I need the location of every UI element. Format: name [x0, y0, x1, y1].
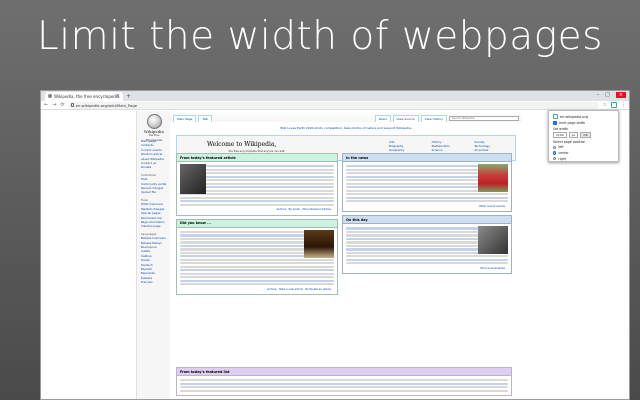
sidebar-item-cite[interactable]: Cite this page: [141, 224, 170, 228]
width-unit: px: [568, 131, 579, 138]
tab-talk[interactable]: Talk: [198, 115, 213, 122]
featured-article-heading: From today's featured article: [177, 154, 337, 162]
featured-article-body: Archive · By email · More featured artic…: [177, 162, 337, 215]
width-controls: 1100 px OK: [553, 131, 614, 138]
sidebar-item-upload-file[interactable]: Upload file: [141, 190, 170, 194]
maximize-button[interactable]: □: [605, 92, 610, 98]
radio-icon[interactable]: [553, 145, 557, 150]
limit-width-label: Limit page width: [558, 121, 586, 125]
window-controls: – □ ×: [597, 92, 626, 98]
align-right-label: right: [558, 156, 566, 161]
featured-list-body: [177, 376, 511, 395]
bookmark-star-icon[interactable]: ☆: [603, 102, 607, 108]
radio-selected-icon[interactable]: [553, 151, 557, 155]
sidebar-lang[interactable]: Français: [141, 280, 170, 284]
tab-view-source[interactable]: View source: [392, 115, 419, 122]
align-center-option[interactable]: center: [553, 151, 614, 155]
on-this-day-more[interactable]: More anniversaries: [346, 266, 508, 272]
browser-toolbar: ← → ⟳ en.wikipedia.org/wiki/Main_Page ☆ …: [41, 101, 629, 110]
portal-links: Arts Biography Geography History Mathema…: [389, 140, 509, 152]
browser-menu-icon[interactable]: ⋮: [621, 102, 626, 108]
on-this-day-image[interactable]: [478, 226, 508, 255]
featured-article-box: From today's featured article Archive · …: [176, 153, 338, 216]
popup-header: en.wikipedia.org: [553, 114, 614, 119]
featured-article-image[interactable]: [180, 164, 206, 194]
lock-icon: [70, 103, 74, 107]
wiki-content: Main Page Talk Read View source View his…: [170, 111, 522, 399]
in-the-news-image[interactable]: [478, 164, 508, 192]
featured-list-box: From today's featured list: [176, 367, 512, 397]
radio-icon[interactable]: [553, 156, 557, 161]
featured-article-more[interactable]: Archive · By email · More featured artic…: [180, 207, 334, 213]
did-you-know-more[interactable]: Archive · Start a new article · Nominate…: [180, 287, 334, 293]
forward-icon[interactable]: →: [52, 102, 56, 108]
extension-popup: en.wikipedia.org Limit page width Set wi…: [548, 110, 619, 162]
new-tab-button[interactable]: +: [126, 92, 131, 101]
close-window-button[interactable]: ×: [615, 92, 626, 98]
on-this-day-heading: On this day: [343, 216, 511, 225]
welcome-title: Welcome to Wikipedia,: [207, 141, 277, 148]
featured-list-heading: From today's featured list: [177, 368, 511, 376]
did-you-know-heading: Did you know ...: [177, 219, 337, 228]
align-center-label: center: [558, 150, 569, 155]
limit-width-toggle[interactable]: Limit page width: [553, 121, 614, 125]
extension-icon[interactable]: [611, 102, 617, 108]
portal-link[interactable]: Geography: [389, 148, 424, 152]
did-you-know-box: Did you know ... Archive · Start a new a…: [176, 218, 338, 296]
apply-width-button[interactable]: OK: [580, 131, 591, 138]
page-tabs: Main Page Talk Read View source View his…: [170, 111, 522, 122]
align-left-option[interactable]: left: [553, 145, 614, 149]
tab-read[interactable]: Read: [375, 115, 391, 122]
wikipedia-logo[interactable]: Wikipedia The Free Encyclopedia: [141, 114, 167, 142]
width-input[interactable]: 1100: [553, 131, 567, 138]
site-notice-banner[interactable]: Wiki Loves Earth 2020 photo competition:…: [170, 122, 522, 133]
alignment-label: Select page position: [553, 139, 586, 144]
minimize-button[interactable]: –: [597, 92, 600, 98]
align-right-option[interactable]: right: [553, 157, 614, 161]
on-this-day-box: On this day More anniversaries: [342, 215, 512, 275]
portal-link[interactable]: All portals: [474, 148, 509, 152]
address-text: en.wikipedia.org/wiki/Main_Page: [75, 102, 138, 108]
on-this-day-body: More anniversaries: [343, 224, 511, 273]
did-you-know-image[interactable]: [304, 229, 334, 258]
headline: Limit the width of webpages: [37, 14, 603, 59]
extension-logo-icon: [553, 114, 558, 119]
right-column: In the news Other recent events On this …: [342, 153, 512, 277]
left-column: From today's featured article Archive · …: [176, 153, 338, 298]
portal-link[interactable]: Science: [432, 148, 467, 152]
webpage-viewport: Wikipedia The Free Encyclopedia Main pag…: [41, 111, 629, 399]
limited-width-page: Wikipedia The Free Encyclopedia Main pag…: [136, 111, 522, 399]
checkbox-checked-icon[interactable]: [553, 121, 557, 125]
logo-subtitle: The Free Encyclopedia: [145, 134, 163, 142]
tab-title: Wikipedia, the free encyclopedia: [54, 94, 120, 99]
page-actions: Read View source View history Search Wik…: [375, 115, 522, 122]
tab-main-page[interactable]: Main Page: [173, 115, 197, 122]
browser-tab[interactable]: Wikipedia, the free encyclopedia ×: [45, 92, 123, 101]
featured-list-wrapper: From today's featured list: [176, 367, 512, 399]
address-bar[interactable]: en.wikipedia.org/wiki/Main_Page: [68, 101, 599, 109]
browser-window: Wikipedia, the free encyclopedia × + – □…: [40, 90, 630, 400]
align-left-label: left: [558, 145, 564, 150]
tab-bar: Wikipedia, the free encyclopedia × + – □…: [41, 91, 629, 101]
wikipedia-favicon-icon: [48, 94, 52, 98]
in-the-news-more[interactable]: Other recent events: [346, 204, 508, 210]
puzzle-globe-icon: [146, 114, 162, 129]
sidebar-lang[interactable]: Bahasa Indonesia: [141, 236, 170, 240]
in-the-news-heading: In the news: [343, 154, 511, 162]
did-you-know-body: Archive · Start a new article · Nominate…: [177, 228, 337, 295]
reload-icon[interactable]: ⟳: [60, 102, 64, 108]
sidebar-item-donate[interactable]: Donate: [141, 165, 170, 169]
close-tab-icon[interactable]: ×: [116, 92, 120, 101]
tab-view-history[interactable]: View history: [420, 115, 447, 122]
in-the-news-box: In the news Other recent events: [342, 153, 512, 213]
back-icon[interactable]: ←: [44, 102, 48, 108]
wiki-sidebar: Wikipedia The Free Encyclopedia Main pag…: [137, 111, 170, 399]
in-the-news-body: Other recent events: [343, 162, 511, 211]
set-width-label: Set width: [553, 126, 569, 131]
search-input[interactable]: Search Wikipedia: [449, 116, 519, 121]
popup-site: en.wikipedia.org: [560, 114, 588, 119]
